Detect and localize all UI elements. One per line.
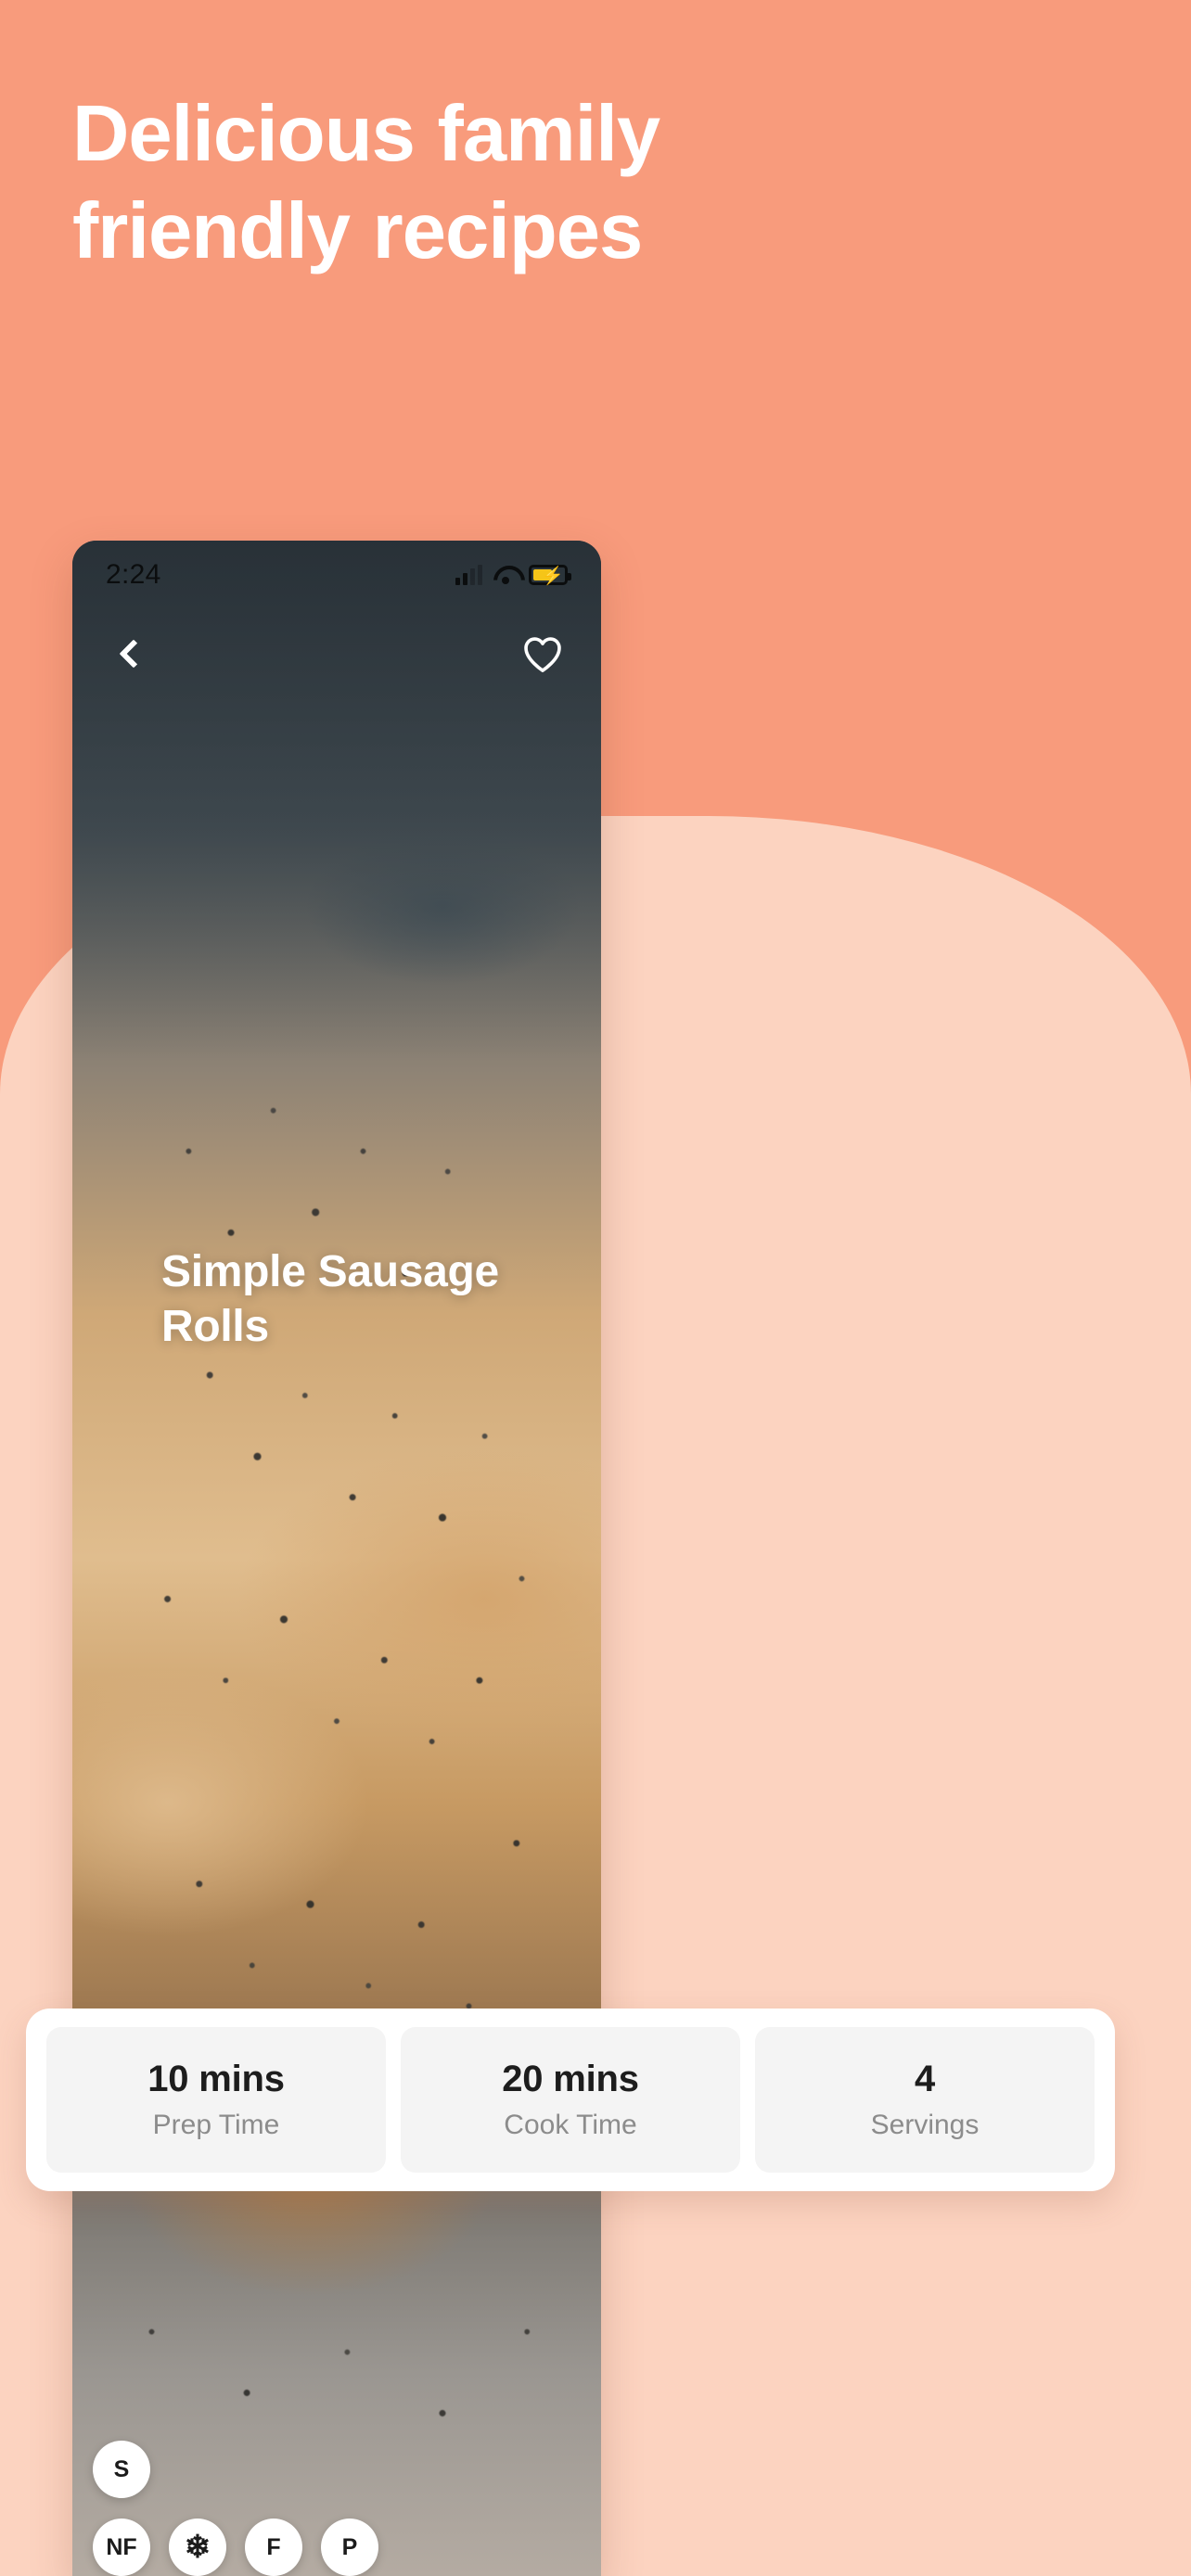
servings-label: Servings bbox=[870, 2110, 980, 2140]
status-bar: 2:24 ⚡ bbox=[72, 541, 601, 609]
recipe-nav-bar bbox=[72, 611, 601, 696]
battery-charging-icon: ⚡ bbox=[529, 565, 571, 586]
badge-nf[interactable]: NF bbox=[93, 2519, 150, 2576]
prep-time-label: Prep Time bbox=[152, 2110, 280, 2140]
back-button[interactable] bbox=[104, 627, 158, 681]
badge-f[interactable]: F bbox=[245, 2519, 302, 2576]
page-title: Delicious family friendly recipes bbox=[72, 90, 660, 276]
cook-time-tile: 20 mins Cook Time bbox=[401, 2027, 740, 2173]
back-chevron-icon bbox=[119, 639, 148, 669]
recipe-badges: S NF ❄ F P bbox=[93, 2441, 601, 2576]
cook-time-value: 20 mins bbox=[502, 2059, 639, 2099]
cellular-signal-icon bbox=[455, 565, 482, 585]
badge-p[interactable]: P bbox=[321, 2519, 378, 2576]
phone-mockup: 2:24 ⚡ Simple Sausage Rolls S NF ❄ F P bbox=[72, 541, 601, 2576]
heart-outline-icon bbox=[524, 637, 561, 672]
wifi-icon bbox=[493, 566, 518, 584]
cook-time-label: Cook Time bbox=[504, 2110, 637, 2140]
recipe-title: Simple Sausage Rolls bbox=[161, 1247, 499, 1351]
badge-row-primary: S bbox=[93, 2441, 601, 2498]
status-time: 2:24 bbox=[106, 559, 161, 590]
prep-time-value: 10 mins bbox=[147, 2059, 285, 2099]
hero-section: Delicious family friendly recipes bbox=[72, 85, 666, 281]
favorite-button[interactable] bbox=[516, 627, 570, 681]
servings-tile: 4 Servings bbox=[755, 2027, 1095, 2173]
badge-s[interactable]: S bbox=[93, 2441, 150, 2498]
status-icons: ⚡ bbox=[455, 565, 571, 586]
badge-freezer-icon[interactable]: ❄ bbox=[169, 2519, 226, 2576]
servings-value: 4 bbox=[914, 2059, 936, 2099]
badge-row-secondary: NF ❄ F P bbox=[93, 2519, 601, 2576]
prep-time-tile: 10 mins Prep Time bbox=[46, 2027, 386, 2173]
recipe-info-card: 10 mins Prep Time 20 mins Cook Time 4 Se… bbox=[26, 2009, 1115, 2191]
